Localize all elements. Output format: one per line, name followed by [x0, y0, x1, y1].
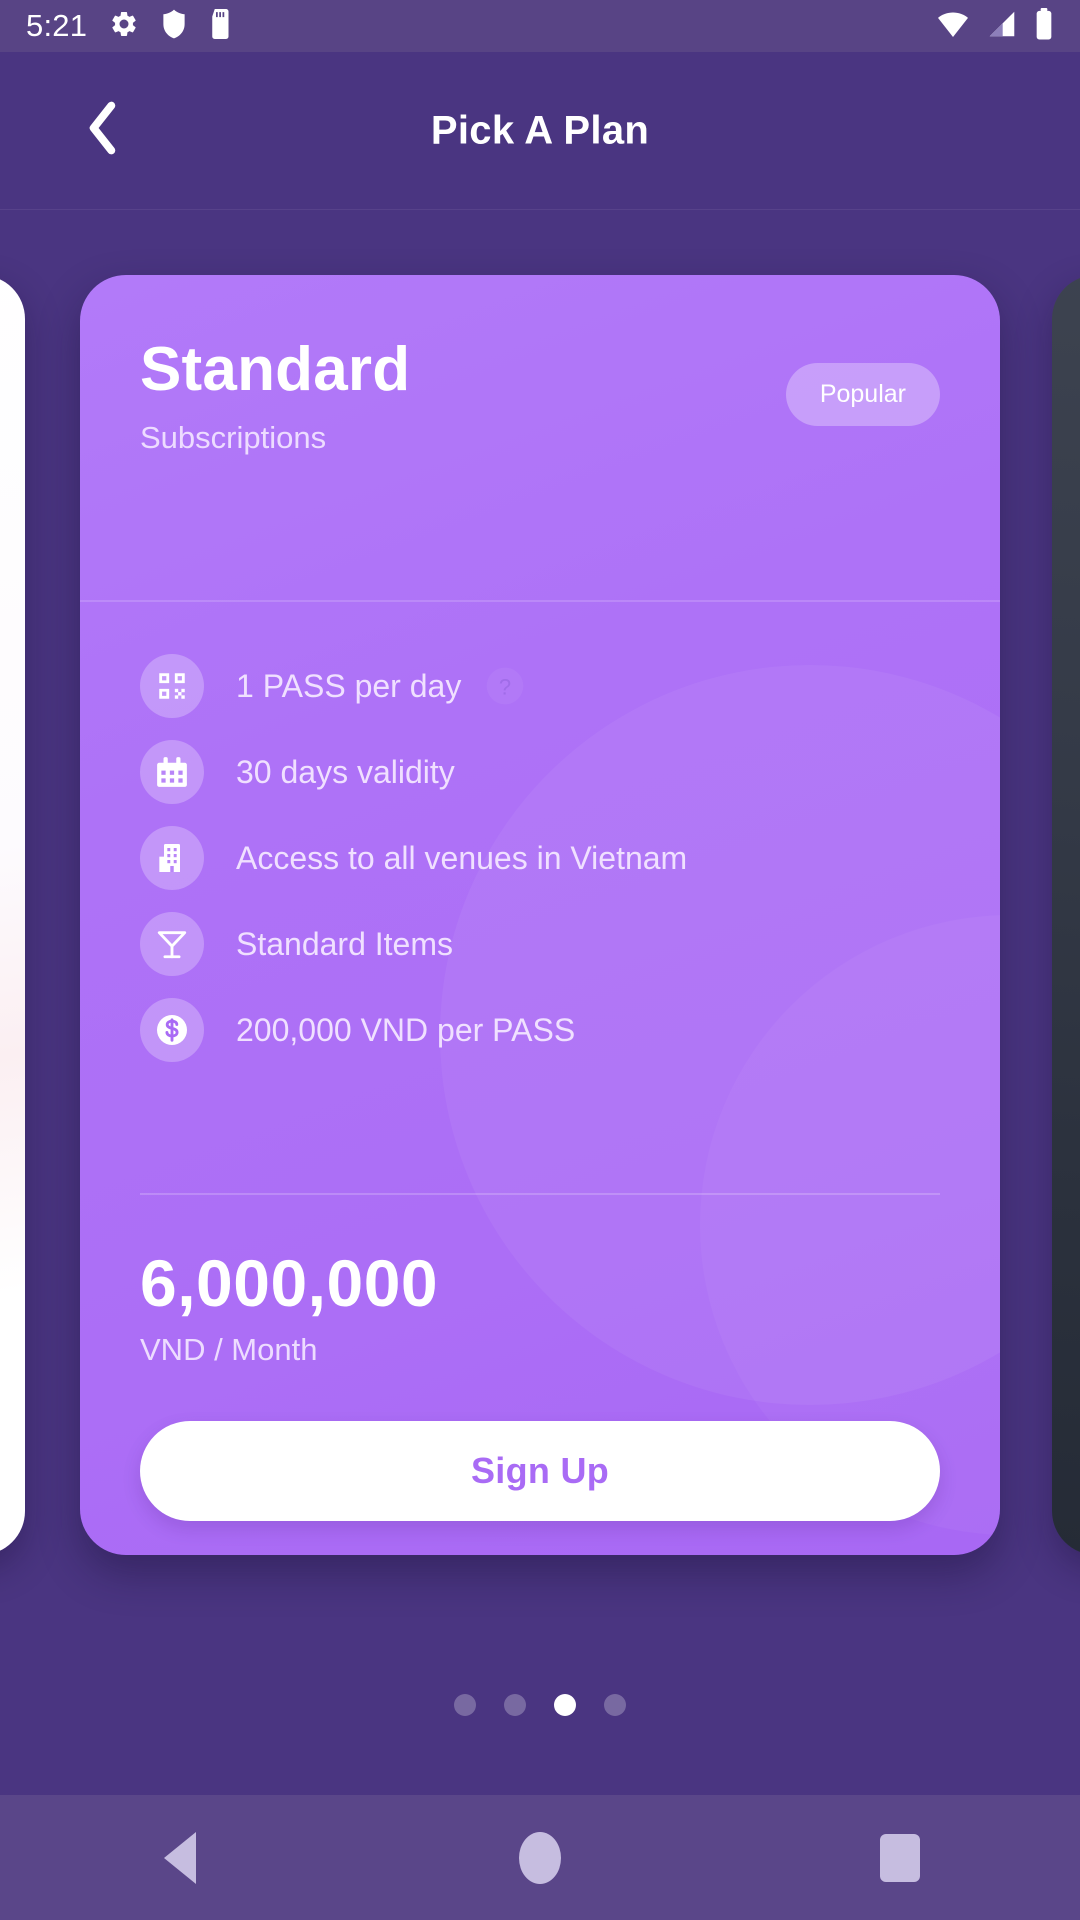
qr-code-icon — [140, 654, 204, 718]
gear-icon — [109, 9, 139, 44]
status-bar: 5:21 — [0, 0, 1080, 52]
feature-label: 1 PASS per day — [236, 667, 462, 704]
card-header-divider — [80, 600, 1000, 602]
feature-label: 30 days validity — [236, 753, 455, 790]
help-icon[interactable]: ? — [483, 664, 527, 708]
feature-label: 200,000 VND per PASS — [236, 1011, 576, 1048]
cocktail-icon — [140, 912, 204, 976]
plan-card-header: Standard Subscriptions Popular — [80, 275, 1000, 541]
battery-icon — [1034, 7, 1054, 45]
page-dot-1[interactable] — [454, 1694, 476, 1716]
feature-label: Standard Items — [236, 925, 453, 962]
home-circle-icon — [519, 1831, 561, 1884]
cellular-signal-icon — [986, 9, 1018, 44]
popular-badge[interactable]: Popular — [785, 363, 940, 426]
page-dot-2[interactable] — [504, 1694, 526, 1716]
svg-text:?: ? — [499, 674, 511, 699]
feature-row-pass-per-day: 1 PASS per day ? — [140, 643, 940, 729]
app-screen: 5:21 Pick A Plan Standard Subscriptions … — [0, 0, 1080, 1920]
nav-back-button[interactable] — [90, 1795, 270, 1920]
wifi-icon — [936, 9, 970, 44]
nav-recents-button[interactable] — [810, 1795, 990, 1920]
back-triangle-icon — [164, 1831, 196, 1884]
status-bar-left: 5:21 — [26, 8, 233, 44]
status-bar-clock: 5:21 — [26, 8, 88, 43]
android-nav-bar — [0, 1795, 1080, 1920]
feature-row-price-per-pass: 200,000 VND per PASS — [140, 987, 940, 1073]
feature-row-venues: Access to all venues in Vietnam — [140, 815, 940, 901]
price-block: 6,000,000 VND / Month — [140, 1250, 940, 1368]
carousel-page-indicator — [0, 1694, 1080, 1716]
calendar-icon — [140, 740, 204, 804]
building-icon — [140, 826, 204, 890]
page-title: Pick A Plan — [430, 108, 650, 152]
plan-card-previous-peek[interactable] — [0, 275, 25, 1555]
plan-feature-list: 1 PASS per day ? 30 days validity Access… — [80, 643, 1000, 1073]
plan-carousel[interactable]: Standard Subscriptions Popular 1 PASS pe… — [0, 210, 1080, 1690]
plan-card-next-peek[interactable] — [1052, 275, 1080, 1555]
shield-icon — [161, 9, 187, 44]
feature-row-validity: 30 days validity — [140, 729, 940, 815]
nav-home-button[interactable] — [450, 1795, 630, 1920]
app-header: Pick A Plan — [0, 52, 1080, 210]
sign-up-button-label: Sign Up — [470, 1450, 610, 1491]
price-period: VND / Month — [140, 1332, 318, 1367]
plan-card-standard[interactable]: Standard Subscriptions Popular 1 PASS pe… — [80, 275, 1000, 1555]
sign-up-button[interactable]: Sign Up — [140, 1421, 940, 1521]
recents-square-icon — [880, 1833, 920, 1882]
price-amount: 6,000,000 — [140, 1246, 439, 1320]
page-dot-3[interactable] — [554, 1694, 576, 1716]
page-dot-4[interactable] — [604, 1694, 626, 1716]
price-divider — [140, 1193, 940, 1195]
status-bar-right — [936, 7, 1054, 45]
feature-label: Access to all venues in Vietnam — [236, 839, 688, 876]
dollar-coin-icon — [140, 998, 204, 1062]
feature-row-items: Standard Items — [140, 901, 940, 987]
sd-card-icon — [209, 8, 233, 44]
